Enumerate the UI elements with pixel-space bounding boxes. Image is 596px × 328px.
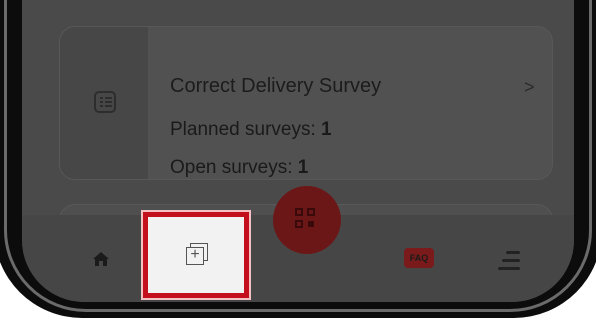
open-surveys-count: 1 (297, 157, 309, 178)
survey-card[interactable]: Correct Delivery Survey > Planned survey… (59, 26, 553, 180)
qr-scan-button[interactable] (273, 186, 341, 254)
qr-code-icon (293, 206, 319, 232)
list-icon (94, 91, 116, 113)
add-survey-button[interactable]: + (143, 212, 249, 298)
chevron-right-icon: > (524, 77, 535, 97)
open-surveys-row: Open surveys: 1 (170, 157, 308, 179)
planned-surveys-row: Planned surveys: 1 (170, 119, 332, 141)
faq-icon[interactable]: FAQ (404, 248, 434, 268)
survey-title: Correct Delivery Survey (170, 75, 382, 97)
planned-surveys-label: Planned surveys: (170, 119, 322, 140)
menu-icon[interactable] (498, 251, 524, 271)
home-icon[interactable] (92, 251, 110, 267)
app-screen: Correct Delivery Survey > Planned survey… (22, 0, 574, 302)
planned-surveys-count: 1 (321, 119, 332, 140)
survey-card-icon-area (60, 27, 148, 179)
open-surveys-label: Open surveys: (170, 157, 298, 178)
add-icon: + (186, 246, 204, 265)
